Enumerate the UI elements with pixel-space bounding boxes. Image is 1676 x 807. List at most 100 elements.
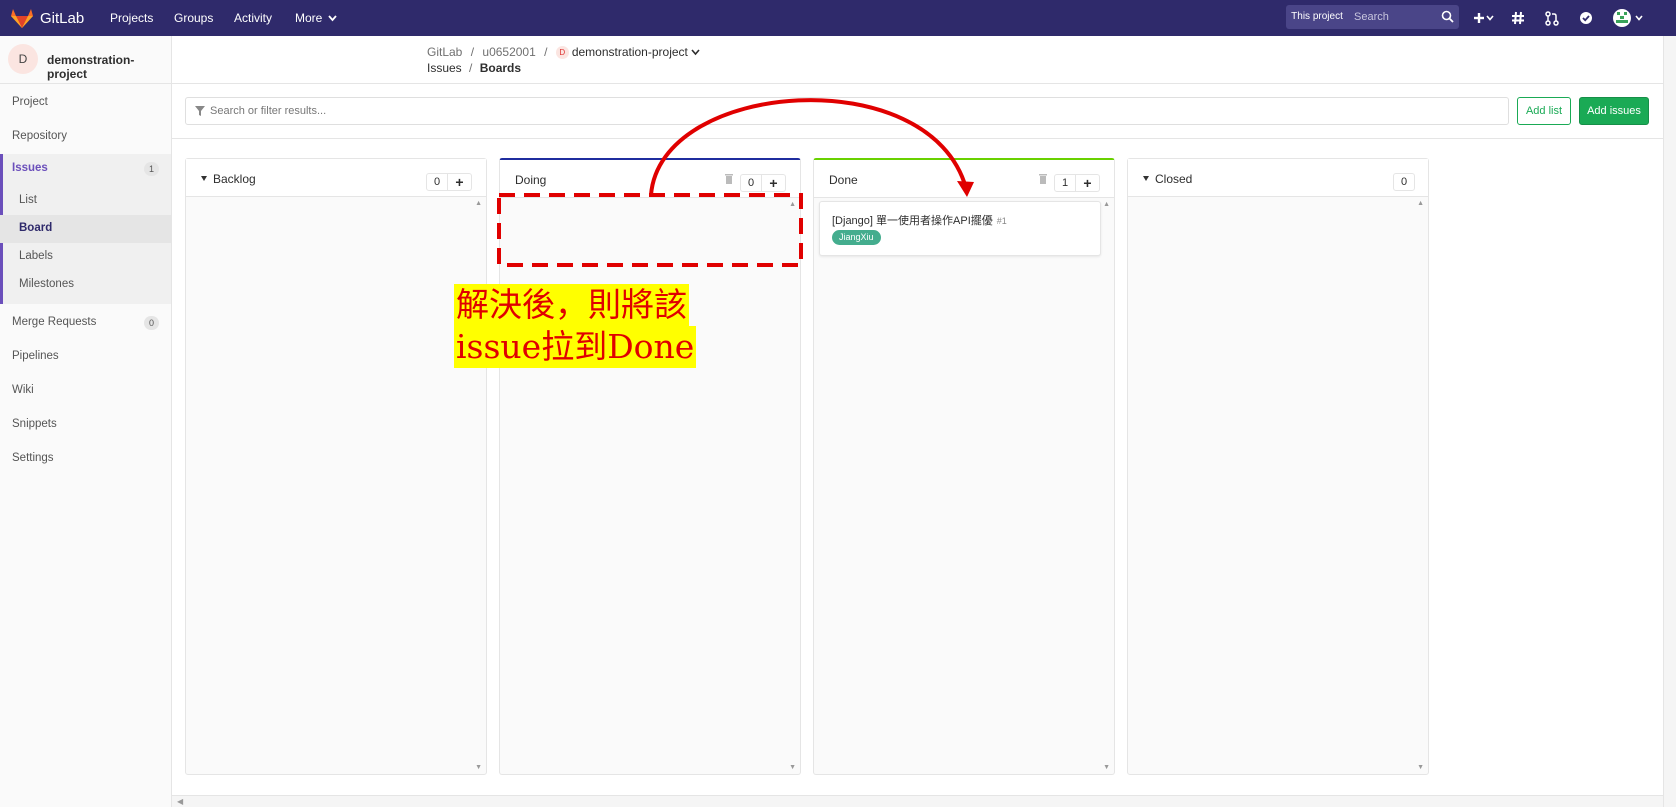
board-list-doing: Doing 0 + ▲ ▼ <box>499 158 801 775</box>
horizontal-scrollbar[interactable]: ◀ <box>172 795 1676 807</box>
sidebar-project-header[interactable]: D demonstration-project <box>0 36 171 84</box>
list-title: Closed <box>1143 172 1192 186</box>
list-title: Backlog <box>201 172 256 186</box>
avatar <box>1613 9 1643 27</box>
breadcrumb-separator: / <box>469 61 473 75</box>
chevron-down-icon <box>691 49 700 56</box>
breadcrumb-gitlab[interactable]: GitLab <box>427 45 462 59</box>
trash-icon[interactable] <box>1038 173 1048 184</box>
sidebar-item-project[interactable]: Project <box>0 89 171 117</box>
sidebar-item-label: Merge Requests <box>12 316 97 328</box>
filter-bar <box>185 97 1509 125</box>
list-title-label: Backlog <box>213 172 256 186</box>
merge-requests-count-badge: 0 <box>144 316 159 330</box>
sidebar-item-merge-requests[interactable]: Merge Requests 0 <box>0 309 171 337</box>
issue-label-badge[interactable]: JiangXiu <box>832 230 881 245</box>
list-title: Done <box>829 173 858 187</box>
scroll-left-arrow[interactable]: ◀ <box>177 797 183 806</box>
sidebar-item-snippets[interactable]: Snippets <box>0 411 171 439</box>
search-icon <box>1441 10 1454 23</box>
sidebar-item-pipelines[interactable]: Pipelines <box>0 343 171 371</box>
chevron-down-icon <box>328 15 337 22</box>
filter-input[interactable] <box>210 98 1210 124</box>
sidebar-item-label: Repository <box>12 130 67 142</box>
nav-more-label: More <box>295 11 323 25</box>
nav-projects[interactable]: Projects <box>110 11 153 25</box>
sidebar-item-label: Pipelines <box>12 350 59 362</box>
list-title-label: Closed <box>1155 172 1193 186</box>
list-header[interactable]: Doing 0 + <box>500 160 800 198</box>
list-issue-count: 0 <box>426 173 448 191</box>
new-dropdown-button[interactable] <box>1470 8 1498 28</box>
header-divider <box>172 83 1676 84</box>
list-issue-count: 1 <box>1054 174 1076 192</box>
board-list-closed: Closed 0 ▲ ▼ <box>1127 158 1429 775</box>
scroll-up-arrow[interactable]: ▲ <box>1417 200 1424 207</box>
sidebar-sub-labels[interactable]: Labels <box>0 243 171 271</box>
new-issue-plus-button[interactable]: + <box>762 174 786 192</box>
issue-card[interactable]: [Django] 單一使用者操作API擺優 #1 JiangXiu <box>819 201 1101 256</box>
add-issues-button[interactable]: Add issues <box>1579 97 1649 125</box>
add-list-button[interactable]: Add list <box>1517 97 1571 125</box>
project-sidebar: D demonstration-project Project Reposito… <box>0 36 172 807</box>
issue-title-text: [Django] 單一使用者操作API擺優 <box>832 215 993 227</box>
tanuki-icon <box>11 9 33 28</box>
list-issue-count: 0 <box>740 174 762 192</box>
sidebar-item-label: Labels <box>19 250 53 262</box>
search-container <box>1348 5 1459 29</box>
sidebar-sub-list[interactable]: List <box>0 187 171 215</box>
scroll-down-arrow[interactable]: ▼ <box>789 764 796 771</box>
breadcrumb-project-avatar: D <box>555 46 569 60</box>
search-scope-button[interactable]: This project <box>1286 5 1348 29</box>
list-header[interactable]: Done 1 + <box>814 160 1114 198</box>
sidebar-item-repository[interactable]: Repository <box>0 123 171 151</box>
sidebar-item-issues[interactable]: Issues 1 <box>0 155 171 183</box>
breadcrumb-sub: Issues / Boards <box>427 61 521 75</box>
search-input[interactable] <box>1348 5 1438 29</box>
new-issue-plus-button[interactable]: + <box>448 173 472 191</box>
list-title: Doing <box>515 173 547 187</box>
breadcrumb-separator: / <box>470 45 475 59</box>
sidebar-sub-milestones[interactable]: Milestones <box>0 271 171 299</box>
board-list-done: Done 1 + [Django] 單一使用者操作API擺優 #1 JiangXi… <box>813 158 1115 775</box>
list-header[interactable]: Closed 0 <box>1128 159 1428 197</box>
plus-icon <box>1474 13 1494 23</box>
check-circle-icon <box>1580 12 1592 24</box>
board-list-backlog: Backlog 0 + ▲ ▼ <box>185 158 487 775</box>
breadcrumb: GitLab / u0652001 / Ddemonstration-proje… <box>427 45 700 60</box>
issues-count-badge: 1 <box>144 162 159 176</box>
sidebar-item-settings[interactable]: Settings <box>0 445 171 473</box>
brand-name: GitLab <box>40 9 85 27</box>
user-menu[interactable] <box>1610 8 1648 28</box>
sidebar-item-label: Milestones <box>19 278 74 290</box>
todos-shortcut[interactable] <box>1576 8 1596 28</box>
list-header[interactable]: Backlog 0 + <box>186 159 486 197</box>
breadcrumb-issues[interactable]: Issues <box>427 61 462 75</box>
scroll-down-arrow[interactable]: ▼ <box>475 764 482 771</box>
scroll-down-arrow[interactable]: ▼ <box>1417 764 1424 771</box>
sidebar-item-label: Issues <box>12 162 48 174</box>
sidebar-item-label: Wiki <box>12 384 34 396</box>
issues-shortcut[interactable] <box>1508 8 1528 28</box>
gitlab-logo[interactable]: GitLab <box>10 7 84 29</box>
hashtag-icon <box>1512 11 1524 25</box>
vertical-scrollbar[interactable] <box>1663 36 1676 807</box>
breadcrumb-project[interactable]: Ddemonstration-project <box>555 45 700 60</box>
scroll-down-arrow[interactable]: ▼ <box>1103 764 1110 771</box>
trash-icon[interactable] <box>724 173 734 184</box>
nav-activity[interactable]: Activity <box>234 11 272 25</box>
scroll-up-arrow[interactable]: ▲ <box>1103 201 1110 208</box>
new-issue-plus-button[interactable]: + <box>1076 174 1100 192</box>
issue-card-title[interactable]: [Django] 單一使用者操作API擺優 #1 <box>832 212 1007 228</box>
sidebar-sub-board[interactable]: Board <box>0 215 171 243</box>
sidebar-item-wiki[interactable]: Wiki <box>0 377 171 405</box>
list-issue-count: 0 <box>1393 173 1415 191</box>
breadcrumb-user[interactable]: u0652001 <box>482 45 535 59</box>
nav-groups[interactable]: Groups <box>174 11 213 25</box>
scroll-up-arrow[interactable]: ▲ <box>475 200 482 207</box>
nav-more[interactable]: More <box>295 11 337 25</box>
scroll-up-arrow[interactable]: ▲ <box>789 201 796 208</box>
merge-requests-shortcut[interactable] <box>1542 8 1562 28</box>
sidebar-item-label: Board <box>19 222 53 234</box>
sidebar-item-label: Settings <box>12 452 54 464</box>
